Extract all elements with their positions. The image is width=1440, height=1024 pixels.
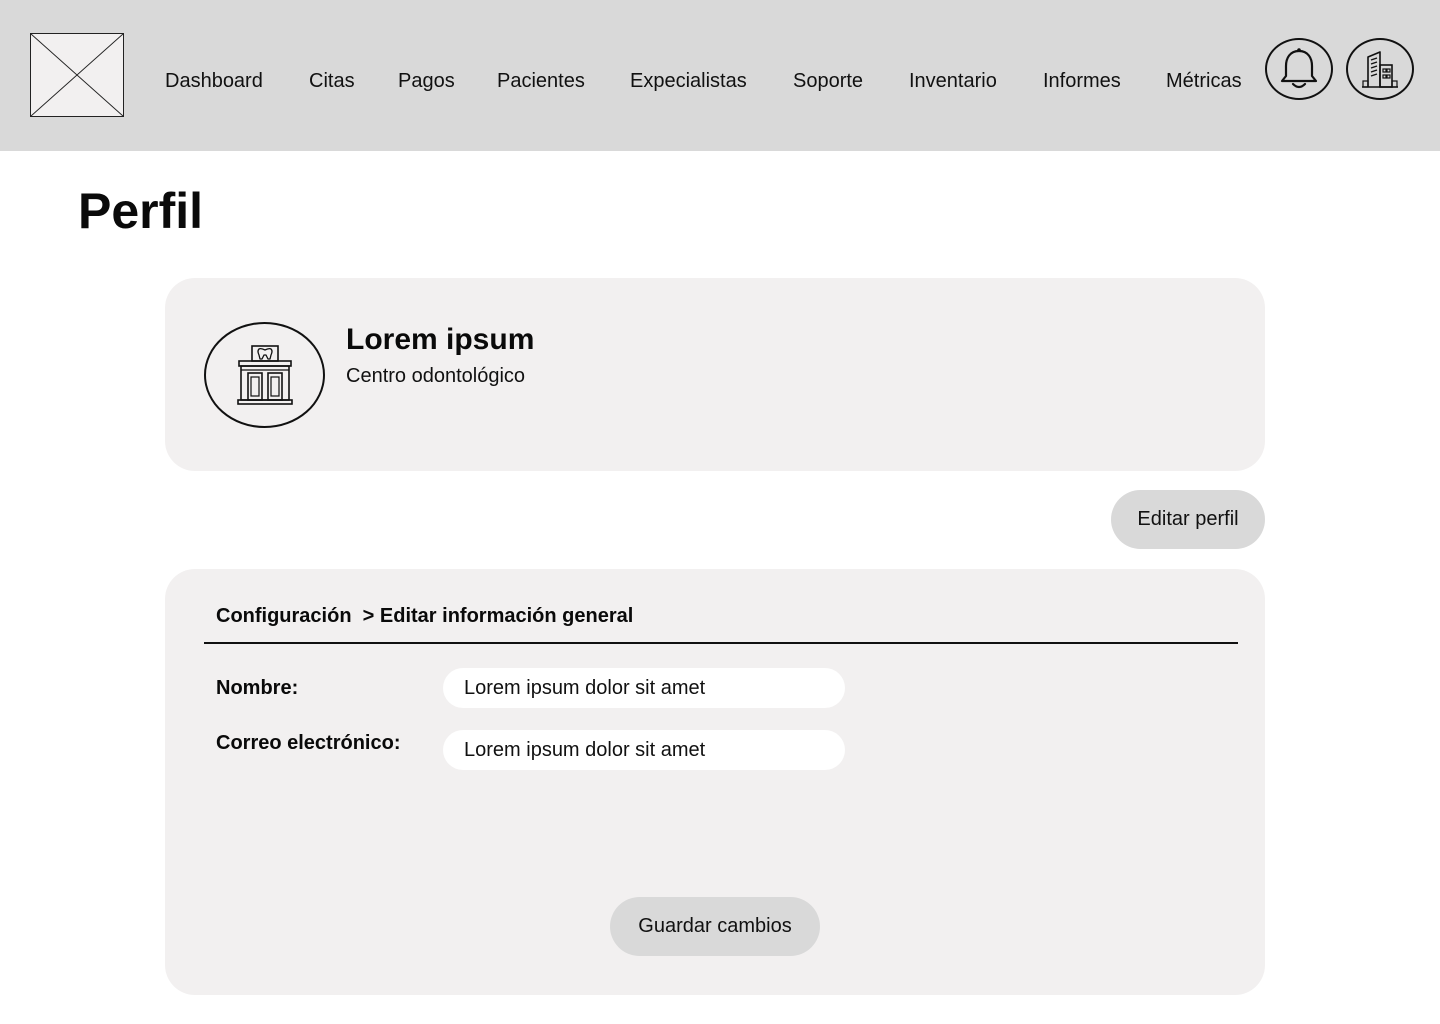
nav-item-pagos[interactable]: Pagos [398, 68, 455, 94]
logo-image-placeholder[interactable] [30, 33, 124, 117]
top-navigation-bar: Dashboard Citas Pagos Pacientes Expecial… [0, 0, 1440, 151]
nav-item-metricas[interactable]: Métricas [1166, 68, 1242, 94]
buildings-icon [1362, 51, 1398, 88]
edit-profile-button[interactable]: Editar perfil [1111, 490, 1265, 549]
profile-name: Lorem ipsum [346, 323, 535, 356]
save-changes-button[interactable]: Guardar cambios [610, 897, 820, 956]
nav-item-pacientes[interactable]: Pacientes [497, 68, 585, 94]
divider [204, 642, 1238, 644]
name-field[interactable] [443, 668, 845, 708]
nav-item-inventario[interactable]: Inventario [909, 68, 997, 94]
breadcrumb: Configuración > Editar información gener… [216, 603, 633, 629]
name-field-label: Nombre: [216, 677, 299, 699]
nav-item-soporte[interactable]: Soporte [793, 68, 863, 94]
avatar [204, 322, 325, 428]
page-title: Perfil [78, 183, 204, 239]
email-field-label: Correo electrónico: [216, 732, 401, 754]
nav-item-expecialistas[interactable]: Expecialistas [630, 68, 747, 94]
breadcrumb-current: > Editar información general [362, 605, 634, 627]
notifications-button[interactable] [1265, 38, 1333, 100]
profile-card: Lorem ipsum Centro odontológico [165, 278, 1265, 471]
email-field[interactable] [443, 730, 845, 770]
settings-card: Configuración > Editar información gener… [165, 569, 1265, 995]
profile-subtitle: Centro odontológico [346, 365, 526, 387]
breadcrumb-root[interactable]: Configuración [216, 605, 352, 627]
image-placeholder-icon [31, 34, 123, 116]
nav-item-citas[interactable]: Citas [309, 68, 355, 94]
dental-clinic-icon [236, 345, 293, 405]
organization-button[interactable] [1346, 38, 1414, 100]
bell-icon [1280, 48, 1318, 89]
nav-item-dashboard[interactable]: Dashboard [165, 68, 263, 94]
nav-item-informes[interactable]: Informes [1043, 68, 1121, 94]
